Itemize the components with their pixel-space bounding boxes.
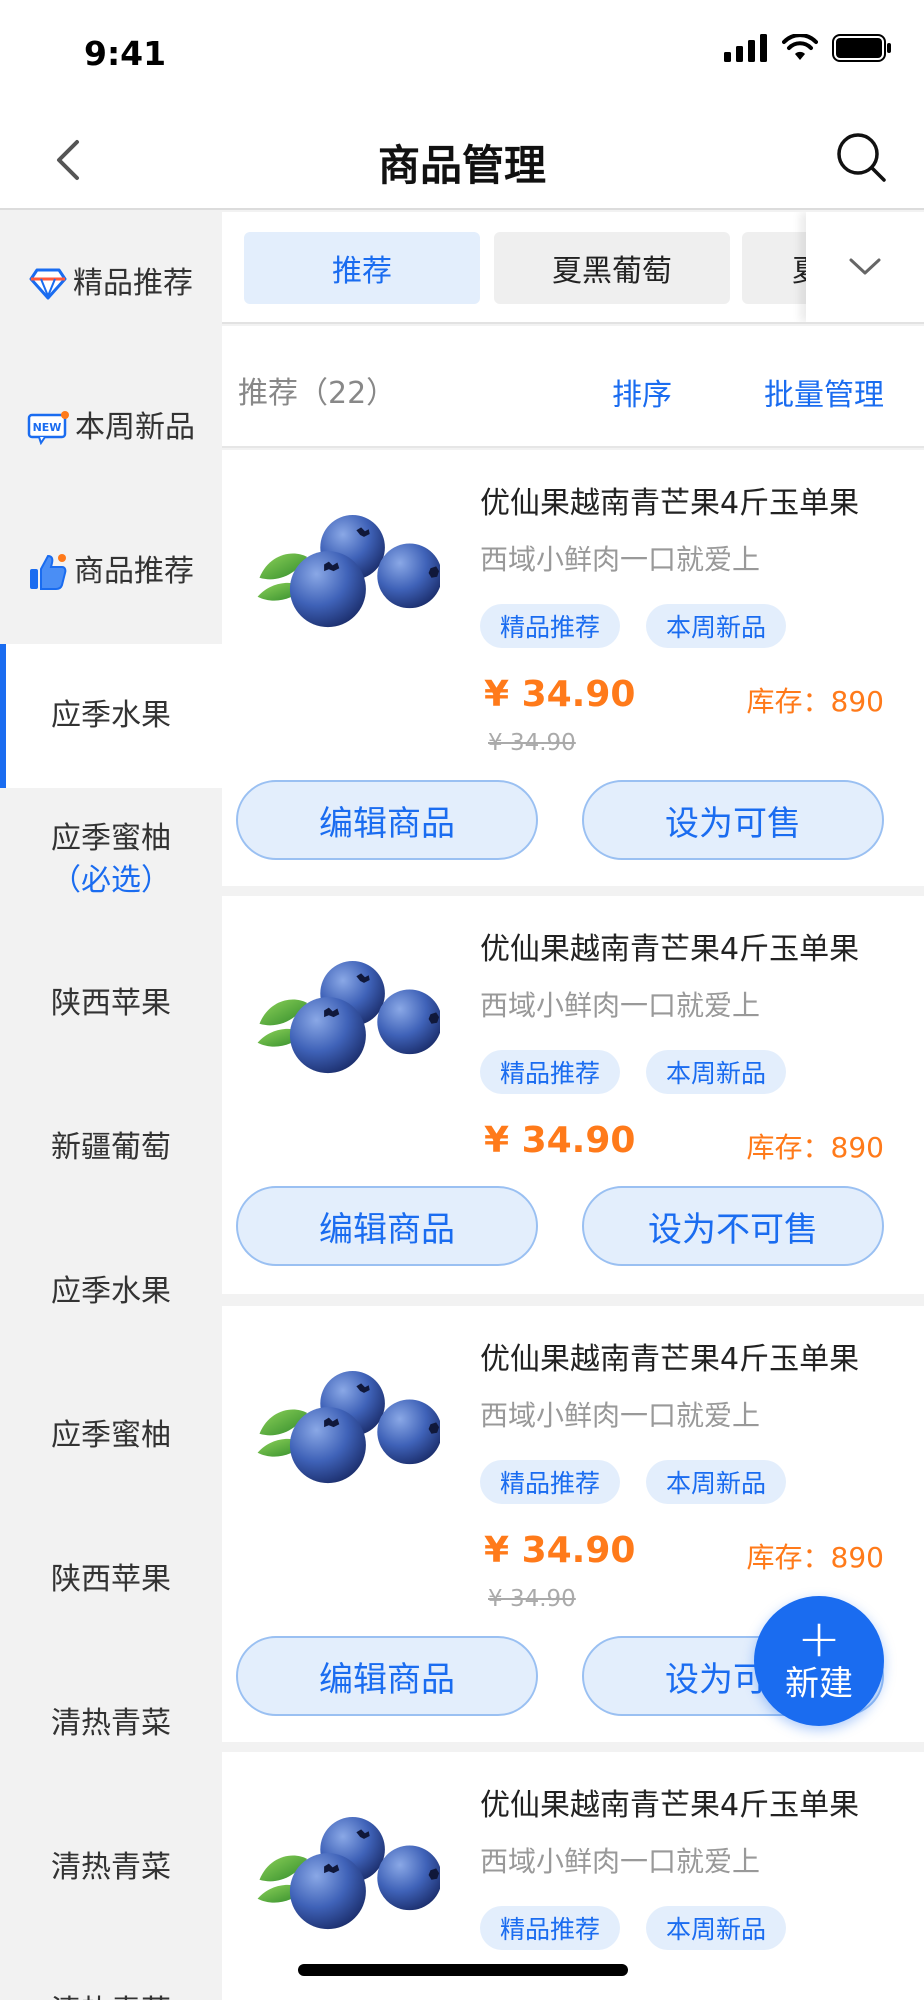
product-original-price: ¥ 34.90 bbox=[488, 730, 576, 756]
product-count: 推荐（22） bbox=[238, 376, 397, 411]
sidebar-item-seasonal-fruit[interactable]: 应季水果 bbox=[0, 644, 222, 788]
search-button[interactable] bbox=[834, 130, 890, 186]
category-sidebar: 精品推荐 NEW 本周新品 商品推荐 应季水果 应季蜜柚 （必选） 陕西苹果 新… bbox=[0, 212, 222, 2000]
tab-recommend[interactable]: 推荐 bbox=[244, 232, 480, 304]
product-title: 优仙果越南青芒果4斤玉单果 bbox=[480, 1342, 860, 1377]
svg-text:NEW: NEW bbox=[33, 421, 62, 434]
product-tag: 本周新品 bbox=[646, 604, 787, 648]
product-tag: 精品推荐 bbox=[480, 1906, 621, 1950]
fab-label: 新建 bbox=[785, 1664, 853, 1704]
sidebar-item-required-note: （必选） bbox=[51, 863, 171, 898]
battery-icon bbox=[832, 34, 891, 62]
product-tag: 本周新品 bbox=[646, 1050, 787, 1094]
product-stock: 库存：890 bbox=[746, 1541, 884, 1574]
diamond-icon bbox=[29, 268, 67, 300]
sidebar-item-label: 精品推荐 bbox=[73, 266, 193, 301]
product-subtitle: 西域小鲜肉一口就爱上 bbox=[480, 989, 761, 1022]
product-card: 优仙果越南青芒果4斤玉单果 西域小鲜肉一口就爱上 精品推荐 本周新品 ¥ 34.… bbox=[222, 896, 924, 1294]
sidebar-item-label: 应季水果 bbox=[51, 1274, 171, 1309]
new-badge-icon: NEW bbox=[27, 411, 69, 445]
sidebar-item-seasonal-fruit-2[interactable]: 应季水果 bbox=[0, 1220, 222, 1364]
sidebar-item-label: 陕西苹果 bbox=[51, 986, 171, 1021]
sidebar-item-greens-3[interactable]: 清热青菜 bbox=[0, 1940, 222, 2000]
sidebar-item-pomelo-2[interactable]: 应季蜜柚 bbox=[0, 1364, 222, 1508]
product-title: 优仙果越南青芒果4斤玉单果 bbox=[480, 1788, 860, 1823]
search-icon bbox=[837, 133, 886, 182]
product-subtitle: 西域小鲜肉一口就爱上 bbox=[480, 543, 761, 576]
status-bar: 9:41 bbox=[0, 0, 924, 110]
edit-product-button[interactable]: 编辑商品 bbox=[236, 780, 538, 860]
product-image bbox=[257, 515, 440, 628]
sidebar-item-apple[interactable]: 陕西苹果 bbox=[0, 932, 222, 1076]
sidebar-item-grape[interactable]: 新疆葡萄 bbox=[0, 1076, 222, 1220]
product-price: ¥ 34.90 bbox=[484, 1530, 636, 1571]
sidebar-item-featured[interactable]: 精品推荐 bbox=[0, 212, 222, 356]
product-tag: 本周新品 bbox=[646, 1906, 787, 1950]
product-tag: 精品推荐 bbox=[480, 1050, 621, 1094]
product-image bbox=[257, 1371, 440, 1484]
edit-product-button[interactable]: 编辑商品 bbox=[236, 1186, 538, 1266]
sidebar-item-label: 清热青菜 bbox=[51, 1991, 171, 2000]
sidebar-item-label: 应季蜜柚 bbox=[51, 821, 171, 856]
product-tag: 精品推荐 bbox=[480, 1460, 621, 1504]
wifi-icon bbox=[782, 34, 818, 60]
thumbs-up-icon bbox=[28, 553, 68, 591]
sidebar-item-label: 清热青菜 bbox=[51, 1706, 171, 1741]
product-stock: 库存：890 bbox=[746, 685, 884, 718]
batch-manage-button[interactable]: 批量管理 bbox=[764, 370, 884, 414]
sidebar-item-label: 新疆葡萄 bbox=[51, 1130, 171, 1165]
home-indicator bbox=[298, 1964, 628, 1976]
edit-product-button[interactable]: 编辑商品 bbox=[236, 1636, 538, 1716]
page-title: 商品管理 bbox=[377, 141, 546, 190]
product-image bbox=[257, 961, 440, 1074]
sidebar-item-greens-2[interactable]: 清热青菜 bbox=[0, 1796, 222, 1940]
sidebar-item-greens[interactable]: 清热青菜 bbox=[0, 1652, 222, 1796]
product-subtitle: 西域小鲜肉一口就爱上 bbox=[480, 1399, 761, 1432]
sidebar-item-label: 清热青菜 bbox=[51, 1850, 171, 1885]
status-icons bbox=[724, 34, 892, 62]
product-original-price: ¥ 34.90 bbox=[488, 1586, 576, 1612]
sidebar-item-label: 应季蜜柚 bbox=[51, 1418, 171, 1453]
status-time: 9:41 bbox=[84, 34, 167, 73]
product-price: ¥ 34.90 bbox=[484, 1120, 636, 1161]
sort-button[interactable]: 排序 bbox=[612, 370, 672, 414]
product-title: 优仙果越南青芒果4斤玉单果 bbox=[480, 932, 860, 967]
category-tabs: 推荐 夏黑葡萄 夏黑葡萄 bbox=[222, 212, 924, 324]
set-saleable-button[interactable]: 设为可售 bbox=[582, 780, 884, 860]
product-stock: 库存：890 bbox=[746, 1131, 884, 1164]
product-card: 优仙果越南青芒果4斤玉单果 西域小鲜肉一口就爱上 精品推荐 本周新品 ¥ 34.… bbox=[222, 450, 924, 886]
sidebar-item-label: 本周新品 bbox=[75, 410, 195, 445]
tab-grape[interactable]: 夏黑葡萄 bbox=[494, 232, 730, 304]
nav-bar: 商品管理 bbox=[0, 110, 924, 210]
sidebar-item-pomelo[interactable]: 应季蜜柚 （必选） bbox=[0, 788, 222, 932]
new-product-fab[interactable]: + 新建 bbox=[754, 1596, 884, 1726]
list-header: 推荐（22） 排序 批量管理 bbox=[222, 326, 924, 448]
chevron-down-icon bbox=[849, 258, 881, 275]
sidebar-item-label: 陕西苹果 bbox=[51, 1562, 171, 1597]
sidebar-item-apple-2[interactable]: 陕西苹果 bbox=[0, 1508, 222, 1652]
product-price: ¥ 34.90 bbox=[484, 674, 636, 715]
product-tag: 精品推荐 bbox=[480, 604, 621, 648]
sidebar-item-label: 商品推荐 bbox=[74, 554, 194, 589]
sidebar-item-recommend[interactable]: 商品推荐 bbox=[0, 500, 222, 644]
product-card: 优仙果越南青芒果4斤玉单果 西域小鲜肉一口就爱上 精品推荐 本周新品 bbox=[222, 1752, 924, 2000]
sidebar-item-new[interactable]: NEW 本周新品 bbox=[0, 356, 222, 500]
sidebar-item-label: 应季水果 bbox=[51, 698, 171, 733]
product-subtitle: 西域小鲜肉一口就爱上 bbox=[480, 1845, 761, 1878]
product-title: 优仙果越南青芒果4斤玉单果 bbox=[480, 486, 860, 521]
cellular-signal-icon bbox=[724, 34, 767, 62]
plus-icon: + bbox=[797, 1609, 841, 1669]
tabs-expand-button[interactable] bbox=[806, 212, 924, 322]
product-tag: 本周新品 bbox=[646, 1460, 787, 1504]
product-image bbox=[257, 1817, 440, 1930]
set-unsaleable-button[interactable]: 设为不可售 bbox=[582, 1186, 884, 1266]
